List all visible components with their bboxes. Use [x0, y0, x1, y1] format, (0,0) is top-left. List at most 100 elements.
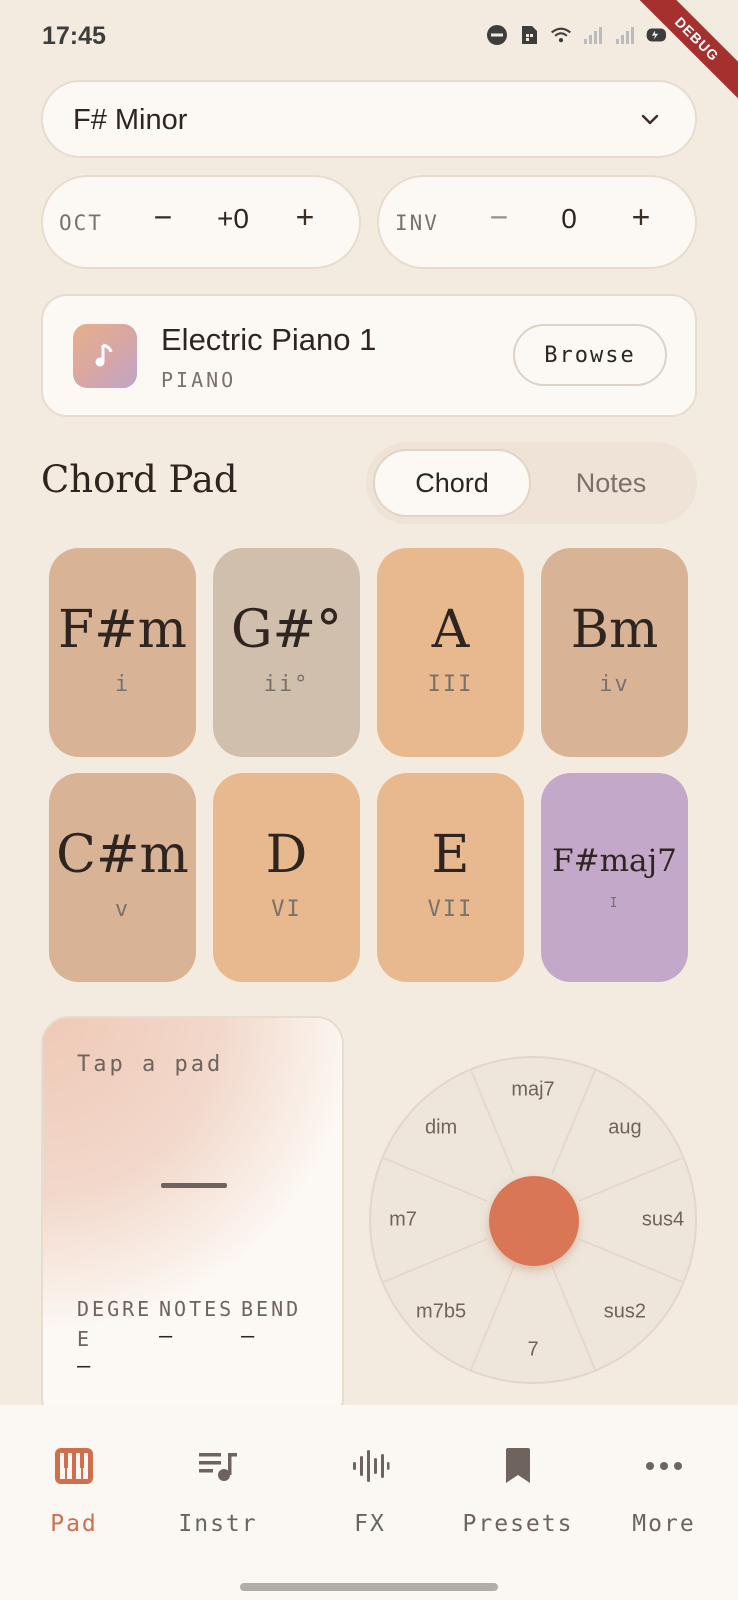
chord-pad-degree: ii°	[263, 672, 310, 697]
chord-pad[interactable]: F#maj7 I	[541, 773, 688, 982]
chord-info-card: Tap a pad DEGREE — NOTES — BEND —	[41, 1016, 344, 1426]
chord-quality-wheel[interactable]: maj7 aug sus4 sus2 7 m7b5 m7 dim	[369, 1056, 697, 1384]
chord-pad[interactable]: A III	[377, 548, 524, 757]
chord-pad-degree: VII	[427, 897, 474, 922]
playlist-music-icon	[148, 1443, 288, 1489]
nav-presets[interactable]: Presets	[448, 1443, 588, 1537]
wheel-option[interactable]: m7b5	[416, 1300, 466, 1323]
wheel-divider	[578, 1157, 684, 1202]
current-chord-placeholder	[161, 1183, 227, 1188]
wifi-icon	[550, 24, 572, 46]
signal-icon	[582, 24, 604, 46]
inversion-stepper: INV − 0 +	[377, 175, 697, 269]
degree-value: —	[77, 1354, 91, 1379]
chord-pad-name: Bm	[570, 600, 659, 660]
nav-presets-label: Presets	[462, 1511, 574, 1537]
chord-pad-name: A	[431, 600, 470, 660]
octave-label: OCT	[59, 211, 103, 235]
bend-value: —	[241, 1324, 255, 1349]
dnd-icon	[486, 24, 508, 46]
octave-plus-button[interactable]: +	[285, 199, 325, 236]
degree-label: DEGREE	[77, 1297, 153, 1351]
wheel-center-button[interactable]	[489, 1176, 579, 1266]
degree-field: DEGREE —	[77, 1294, 155, 1379]
nav-instr-label: Instr	[178, 1511, 258, 1537]
inversion-minus-button[interactable]: −	[479, 199, 519, 236]
nav-fx[interactable]: FX	[300, 1443, 440, 1537]
wheel-divider	[551, 1069, 596, 1175]
inversion-label: INV	[395, 211, 439, 235]
chord-pad-degree: v	[114, 897, 131, 922]
wheel-option[interactable]: sus2	[604, 1300, 646, 1323]
wheel-divider	[578, 1238, 684, 1283]
octave-stepper: OCT − +0 +	[41, 175, 361, 269]
nav-more[interactable]: More	[594, 1443, 734, 1537]
wheel-divider	[470, 1069, 515, 1175]
octave-value: +0	[217, 203, 249, 234]
wheel-option[interactable]: maj7	[511, 1079, 554, 1102]
notes-field: NOTES —	[159, 1294, 237, 1349]
chord-pad-degree: I	[609, 896, 620, 911]
chord-pad[interactable]: E VII	[377, 773, 524, 982]
wheel-option[interactable]: m7	[389, 1209, 417, 1232]
status-bar: 17:45 DEBUG	[0, 0, 738, 109]
more-horizontal-icon	[594, 1443, 734, 1489]
inversion-value: 0	[561, 203, 577, 234]
chord-pad[interactable]: F#m i	[49, 548, 196, 757]
nav-more-label: More	[632, 1511, 696, 1537]
chord-pad-name: F#maj7	[552, 843, 677, 879]
mode-toggle: Chord Notes	[366, 442, 697, 524]
mode-notes-button[interactable]: Notes	[532, 449, 690, 517]
key-select-dropdown[interactable]: F# Minor	[41, 80, 697, 158]
piano-icon	[4, 1443, 144, 1489]
chord-pad[interactable]: Bm iv	[541, 548, 688, 757]
section-title: Chord Pad	[41, 458, 238, 501]
nav-instr[interactable]: Instr	[148, 1443, 288, 1537]
bookmark-icon	[448, 1443, 588, 1489]
chord-pad[interactable]: G#° ii°	[213, 548, 360, 757]
octave-minus-button[interactable]: −	[143, 199, 183, 236]
chord-pad-degree: III	[427, 672, 474, 697]
wheel-option[interactable]: aug	[608, 1117, 641, 1140]
wheel-option[interactable]: sus4	[642, 1209, 684, 1232]
sim-icon	[518, 24, 540, 46]
waveform-icon	[300, 1443, 440, 1489]
wheel-divider	[551, 1265, 596, 1371]
instrument-card: Electric Piano 1 PIANO Browse	[41, 294, 697, 417]
inversion-plus-button[interactable]: +	[621, 199, 661, 236]
nav-pad[interactable]: Pad	[4, 1443, 144, 1537]
wheel-option[interactable]: 7	[527, 1339, 538, 1362]
bend-label: BEND	[241, 1297, 302, 1321]
browse-button[interactable]: Browse	[513, 324, 667, 386]
instrument-name: Electric Piano 1	[161, 322, 377, 357]
chord-pad[interactable]: D VI	[213, 773, 360, 982]
wheel-option[interactable]: dim	[425, 1117, 457, 1140]
chord-pad-name: G#°	[230, 600, 343, 660]
chord-pad-name: D	[265, 825, 308, 885]
wheel-divider	[382, 1157, 488, 1202]
info-hint: Tap a pad	[77, 1052, 224, 1077]
chord-pad-name: F#m	[58, 600, 187, 660]
chord-pad-degree: iv	[599, 672, 630, 697]
battery-charging-icon	[646, 24, 668, 46]
chord-pad[interactable]: C#m v	[49, 773, 196, 982]
notes-value: —	[159, 1324, 173, 1349]
chord-pad-degree: VI	[271, 897, 302, 922]
bottom-nav: Pad Instr FX Presets More	[0, 1405, 738, 1600]
wheel-divider	[382, 1238, 488, 1283]
home-indicator[interactable]	[240, 1583, 498, 1591]
chord-pad-name: E	[431, 825, 470, 885]
signal-icon	[614, 24, 636, 46]
chevron-down-icon	[639, 108, 661, 135]
wheel-divider	[470, 1265, 515, 1371]
status-time: 17:45	[42, 22, 106, 50]
mode-chord-button[interactable]: Chord	[373, 449, 531, 517]
chord-pad-name: C#m	[56, 825, 189, 885]
nav-pad-label: Pad	[50, 1511, 98, 1537]
status-icons	[486, 24, 668, 46]
nav-fx-label: FX	[354, 1511, 386, 1537]
key-select-value: F# Minor	[73, 104, 188, 136]
notes-label: NOTES	[159, 1297, 235, 1321]
instrument-category: PIANO	[161, 368, 237, 392]
music-note-icon	[73, 324, 137, 388]
